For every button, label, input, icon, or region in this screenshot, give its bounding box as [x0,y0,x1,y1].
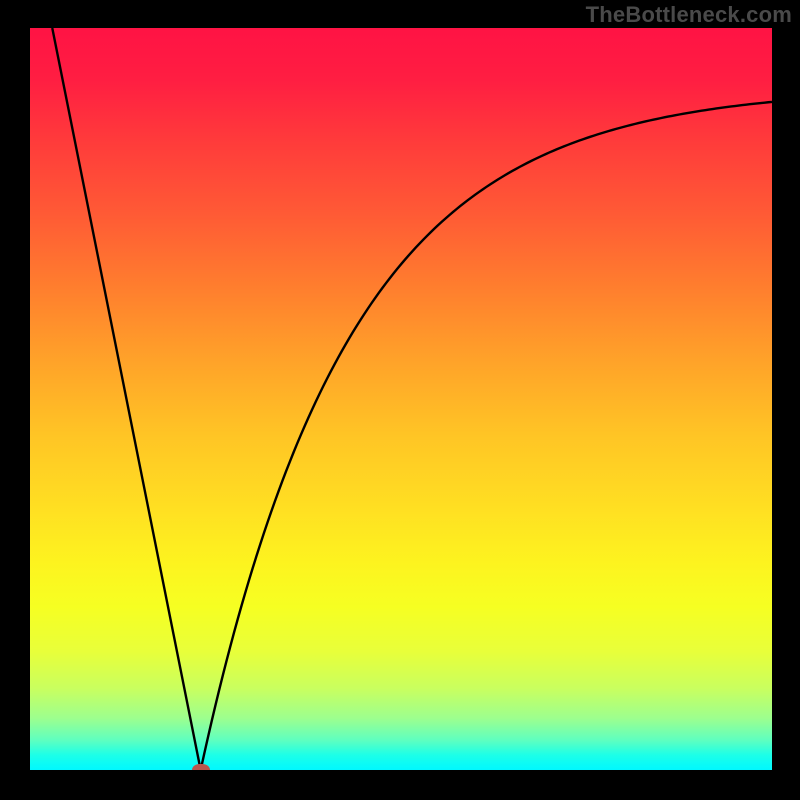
bottleneck-curve [52,28,772,770]
chart-frame: TheBottleneck.com [0,0,800,800]
plot-area [30,28,772,770]
minimum-marker [192,764,210,770]
chart-svg [30,28,772,770]
watermark-text: TheBottleneck.com [586,2,792,28]
